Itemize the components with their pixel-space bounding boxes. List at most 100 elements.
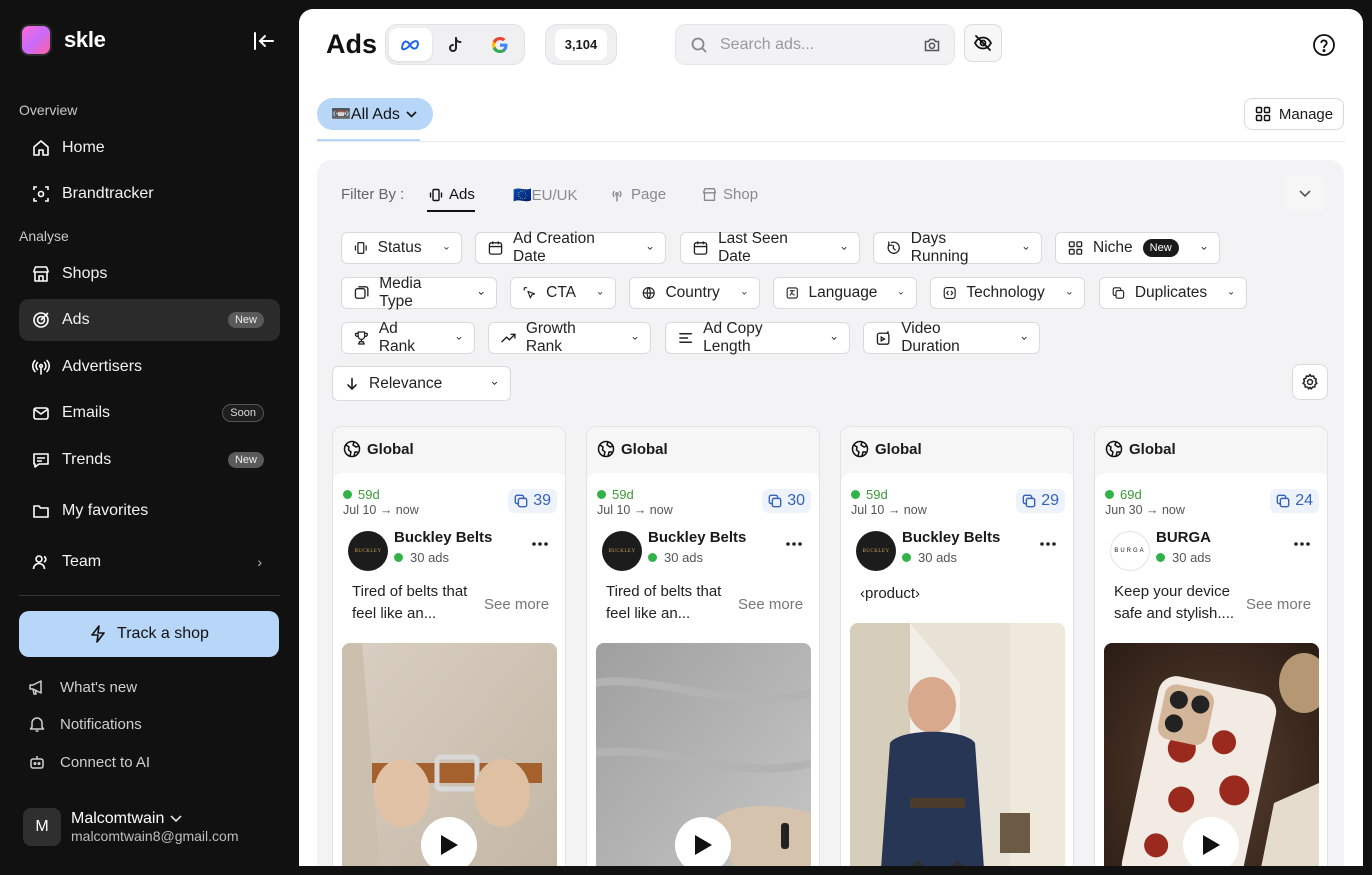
filter-tab-label: Ads — [449, 186, 475, 203]
ad-media-image[interactable] — [850, 623, 1065, 866]
ad-card[interactable]: Global 69d Jun 30 → now 24 BURGA BURGA 3… — [1094, 426, 1328, 866]
notifications-link[interactable]: Notifications — [28, 715, 142, 733]
filter-cta[interactable]: CTA — [510, 277, 616, 309]
see-more-link[interactable]: See more — [1246, 596, 1311, 613]
filter-ad-rank[interactable]: Ad Rank — [341, 320, 475, 355]
filter-tab-page[interactable]: Page — [609, 186, 666, 203]
filter-growth-rank[interactable]: Growth Rank — [488, 320, 651, 355]
ad-media-video[interactable] — [1104, 643, 1319, 866]
platform-google[interactable] — [478, 28, 521, 61]
search-input[interactable] — [720, 35, 910, 54]
ad-card[interactable]: Global 59d Jul 10 → now 29 BUCKLEY Buckl… — [840, 426, 1074, 866]
advertiser-name[interactable]: Buckley Belts — [394, 529, 492, 546]
copy-icon — [1022, 494, 1036, 508]
sidebar-item-team[interactable]: Team › — [19, 541, 280, 583]
filter-video-duration[interactable]: Video Duration — [863, 320, 1040, 355]
code-icon — [943, 286, 956, 300]
filter-country[interactable]: Country — [629, 277, 760, 309]
sidebar-item-trends[interactable]: Trends New — [19, 439, 280, 481]
filter-last-seen-date[interactable]: Last Seen Date — [680, 230, 860, 265]
tab-all-ads-label: 📼All Ads — [331, 106, 400, 123]
page-title: Ads — [326, 29, 378, 59]
play-button[interactable] — [1183, 817, 1239, 866]
advertiser-name[interactable]: BURGA — [1156, 529, 1211, 546]
help-button[interactable] — [1312, 33, 1336, 62]
duplicates-badge[interactable]: 24 — [1270, 489, 1319, 513]
sidebar-item-favorites[interactable]: My favorites — [19, 490, 280, 532]
card-header: Global — [333, 427, 565, 471]
duplicates-badge[interactable]: 30 — [762, 489, 811, 513]
timer-reset-icon — [887, 241, 900, 254]
advertiser-logo[interactable]: BUCKLEY — [856, 531, 896, 571]
filter-tab-label: Shop — [723, 186, 759, 203]
filter-media-type[interactable]: Media Type — [341, 275, 497, 310]
user-menu[interactable]: M Malcomtwain malcomtwain8@gmail.com — [23, 808, 238, 846]
filter-tab-shop[interactable]: Shop — [702, 186, 758, 203]
duplicates-badge[interactable]: 29 — [1016, 489, 1065, 513]
more-options-button[interactable] — [525, 531, 555, 557]
filter-language-label: Language — [808, 284, 878, 301]
tab-all-ads[interactable]: 📼All Ads — [317, 98, 433, 130]
see-more-link[interactable]: See more — [484, 596, 549, 613]
collapse-sidebar-button[interactable] — [250, 28, 278, 54]
filter-duplicates[interactable]: Duplicates — [1099, 277, 1247, 309]
date-range: Jul 10 → now — [851, 503, 927, 517]
advertiser-ads: 30 ads — [1156, 550, 1211, 565]
more-horizontal-icon — [1040, 542, 1056, 546]
track-shop-button[interactable]: Track a shop — [19, 611, 279, 657]
filter-tab-ads[interactable]: Ads — [429, 186, 475, 203]
sidebar-item-advertisers[interactable]: Advertisers — [19, 346, 280, 388]
sidebar-item-ads[interactable]: Ads New — [19, 299, 280, 341]
chevron-down-icon — [1229, 291, 1234, 295]
filter-tab-indicator — [427, 210, 475, 212]
ad-card[interactable]: Global 59d Jul 10 → now 39 BUCKLEY Buckl… — [332, 426, 566, 866]
ad-card[interactable]: Global 59d Jul 10 → now 30 BUCKLEY Buckl… — [586, 426, 820, 866]
chevron-right-icon: › — [257, 554, 262, 570]
sort-select[interactable]: Relevance — [332, 366, 511, 401]
connect-ai-link[interactable]: Connect to AI — [28, 753, 150, 771]
manage-button[interactable]: Manage — [1244, 98, 1344, 130]
filter-technology[interactable]: Technology — [930, 277, 1085, 309]
play-button[interactable] — [675, 817, 731, 866]
play-button[interactable] — [421, 817, 477, 866]
hide-seen-button[interactable] — [964, 24, 1002, 62]
ad-copy: Tired of belts that feel like an... — [606, 583, 722, 622]
ad-media-video[interactable] — [596, 643, 811, 866]
bell-icon — [29, 717, 45, 732]
more-options-button[interactable] — [779, 531, 809, 557]
filter-niche[interactable]: Niche New — [1055, 232, 1220, 264]
advertiser-logo[interactable]: BUCKLEY — [602, 531, 642, 571]
grid-icon — [1068, 241, 1083, 255]
filter-status[interactable]: Status — [341, 232, 462, 264]
filter-ad-creation-date[interactable]: Ad Creation Date — [475, 230, 666, 265]
filter-technology-label: Technology — [966, 284, 1045, 301]
more-options-button[interactable] — [1287, 531, 1317, 557]
filter-language[interactable]: Language — [773, 277, 917, 309]
collapse-filters-button[interactable] — [1285, 176, 1325, 212]
filter-tab-eu-uk[interactable]: 🇪🇺EU/UK — [513, 186, 578, 204]
advertiser-name[interactable]: Buckley Belts — [648, 529, 746, 546]
platform-meta[interactable] — [389, 28, 432, 61]
whats-new-link[interactable]: What's new — [28, 678, 137, 696]
duplicates-badge[interactable]: 39 — [508, 489, 557, 513]
sidebar-item-brandtracker[interactable]: Brandtracker — [19, 173, 280, 215]
sidebar-item-shops[interactable]: Shops — [19, 253, 280, 295]
advertiser-name[interactable]: Buckley Belts — [902, 529, 1000, 546]
advertiser-logo[interactable]: BURGA — [1110, 531, 1150, 571]
see-more-link[interactable]: See more — [738, 596, 803, 613]
sidebar-item-emails[interactable]: Emails Soon — [19, 392, 280, 434]
ad-count-badge: 3,104 — [545, 24, 617, 65]
settings-button[interactable] — [1292, 364, 1328, 400]
ad-media-video[interactable] — [342, 643, 557, 866]
duplicates-count: 24 — [1295, 492, 1313, 509]
filter-days-running[interactable]: Days Running — [873, 230, 1042, 265]
brand[interactable]: skle — [22, 26, 106, 54]
filter-video-duration-label: Video Duration — [901, 320, 960, 355]
copy-icon — [1112, 287, 1125, 299]
filter-ad-copy-length[interactable]: Ad Copy Length — [665, 320, 850, 355]
more-options-button[interactable] — [1033, 531, 1063, 557]
camera-icon[interactable] — [924, 37, 940, 53]
advertiser-logo[interactable]: BUCKLEY — [348, 531, 388, 571]
platform-tiktok[interactable] — [434, 28, 477, 61]
sidebar-item-home[interactable]: Home — [19, 127, 280, 169]
